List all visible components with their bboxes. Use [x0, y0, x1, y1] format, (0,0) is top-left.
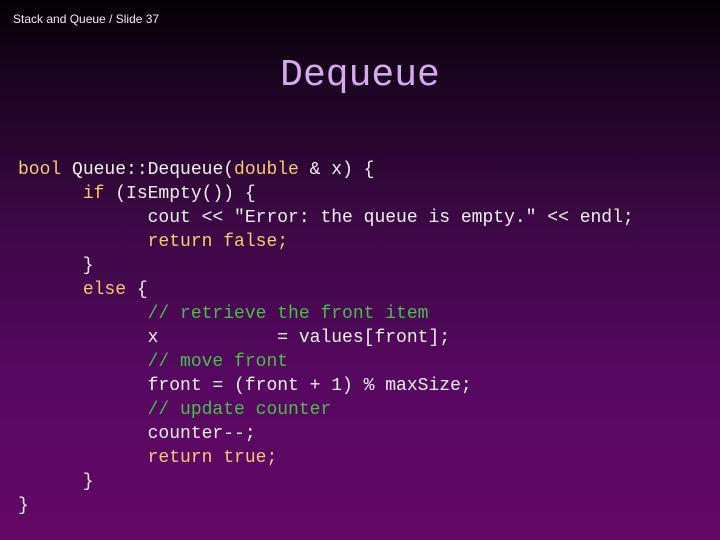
- slide-breadcrumb: Stack and Queue / Slide 37: [13, 12, 160, 26]
- code-comment: // update counter: [147, 400, 332, 420]
- code-line: }: [18, 470, 634, 494]
- code-comment: // retrieve the front item: [147, 304, 429, 324]
- code-text: cout << "Error: the queue is empty." << …: [18, 208, 634, 228]
- code-text: }: [18, 496, 29, 516]
- code-text: (IsEmpty()) {: [104, 184, 256, 204]
- code-text: counter--;: [18, 424, 256, 444]
- code-block: bool Queue::Dequeue(double & x) { if (Is…: [18, 158, 634, 518]
- code-text: front = (front + 1) % maxSize;: [18, 376, 472, 396]
- code-line: if (IsEmpty()) {: [18, 182, 634, 206]
- code-keyword: else: [82, 280, 127, 300]
- code-line: front = (front + 1) % maxSize;: [18, 374, 634, 398]
- code-line: // retrieve the front item: [18, 302, 634, 326]
- code-line: // move front: [18, 350, 634, 374]
- code-keyword: bool: [18, 160, 62, 180]
- code-text: {: [126, 280, 148, 300]
- code-line: bool Queue::Dequeue(double & x) {: [18, 158, 634, 182]
- code-line: x = values[front];: [18, 326, 634, 350]
- code-line: // update counter: [18, 398, 634, 422]
- code-text: & x) {: [298, 160, 375, 180]
- code-line: else {: [18, 278, 634, 302]
- code-keyword: double: [234, 160, 299, 180]
- code-line: }: [18, 254, 634, 278]
- code-line: return false;: [18, 230, 634, 254]
- code-text: }: [18, 472, 94, 492]
- code-text: x = values[front];: [18, 328, 451, 348]
- code-line: return true;: [18, 446, 634, 470]
- code-comment: // move front: [147, 352, 289, 372]
- code-text: }: [18, 256, 94, 276]
- code-line: cout << "Error: the queue is empty." << …: [18, 206, 634, 230]
- code-text: Queue::Dequeue(: [61, 160, 235, 180]
- code-keyword: return true;: [147, 448, 278, 468]
- code-keyword: return false;: [147, 232, 289, 252]
- code-line: counter--;: [18, 422, 634, 446]
- code-line: }: [18, 494, 634, 518]
- slide-title: Dequeue: [280, 54, 440, 97]
- code-keyword: if: [82, 184, 105, 204]
